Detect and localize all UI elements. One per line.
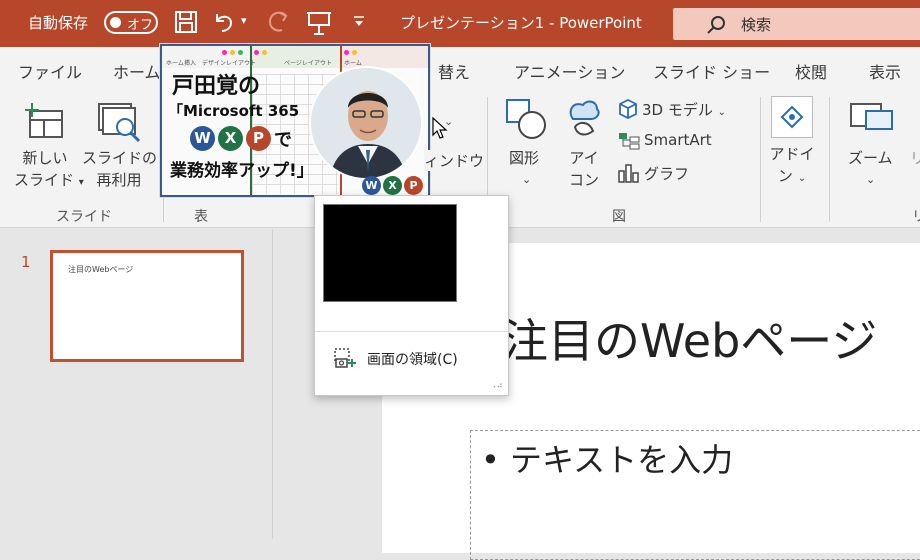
word-small-badge-icon: W xyxy=(362,176,381,195)
mini-tab: レイアウト xyxy=(226,60,257,67)
author-photo xyxy=(309,66,423,180)
toggle-label: オフ xyxy=(127,18,154,33)
autosave-toggle[interactable]: オフ xyxy=(104,11,158,34)
zoom-chevron-icon[interactable]: ⌄ xyxy=(866,169,875,191)
3d-model-label: 3D モデル xyxy=(642,101,713,119)
screen-clipping-icon xyxy=(333,347,357,373)
tab-view[interactable]: 表示 xyxy=(869,59,901,83)
toggle-knob xyxy=(110,17,121,28)
mini-tab: ページ xyxy=(284,60,302,67)
zoom-label[interactable]: ズーム xyxy=(848,147,893,169)
ribbon-separator xyxy=(829,97,830,222)
mini-tab: 挿入 xyxy=(184,60,197,67)
screenshot-dropdown: 画面の領域(C) ⠠⠴ xyxy=(314,195,509,396)
book-tagline: 業務効率アップ!」 xyxy=(170,161,314,181)
reuse-slide-button[interactable]: スライドの 再利用 xyxy=(82,147,158,191)
new-slide-label-2: スライド xyxy=(14,171,75,189)
chart-button[interactable]: グラフ xyxy=(644,163,689,184)
screenshot-window-label[interactable]: ィンドウ xyxy=(424,150,485,171)
body-text[interactable]: • テキストを入力 xyxy=(481,435,733,481)
icons-label-2: コン xyxy=(568,171,599,189)
tab-slideshow[interactable]: スライド ショー xyxy=(653,59,770,83)
tab-animations[interactable]: アニメーション xyxy=(514,59,625,83)
addins-label-1: アドイ xyxy=(769,145,815,163)
new-slide-label-1: 新しい xyxy=(22,149,68,167)
excel-small-badge-icon: X xyxy=(383,176,402,195)
3d-model-icon xyxy=(618,98,638,123)
undo-dropdown-icon[interactable]: ▾ xyxy=(241,14,247,27)
tab-home[interactable]: ホーム xyxy=(113,59,161,83)
tab-file[interactable]: ファイル xyxy=(18,59,82,83)
content-placeholder[interactable]: • テキストを入力 xyxy=(470,430,920,560)
mini-tab: デザイン xyxy=(202,60,227,67)
new-slide-button[interactable]: 新しい スライド ▾ xyxy=(14,147,84,194)
mini-tab: レイアウト xyxy=(302,60,333,67)
book-title: 戸田覚の xyxy=(172,74,261,99)
search-label: 検索 xyxy=(741,16,772,34)
title-bar: 自動保存 オフ ▾ プレゼンテーション1 - PowerPoint 検索 xyxy=(0,0,920,47)
chevron-down-icon: ⌄ xyxy=(797,173,807,184)
screen-clipping-label: 画面の領域(C) xyxy=(367,352,458,368)
ribbon-separator xyxy=(760,97,761,222)
chevron-down-icon: ⌄ xyxy=(717,107,727,118)
pane-divider[interactable] xyxy=(272,229,273,539)
screen-clipping-item[interactable]: 画面の領域(C) xyxy=(315,341,508,375)
smartart-button[interactable]: SmartArt xyxy=(644,131,712,149)
redo-icon[interactable] xyxy=(266,10,290,38)
3d-model-button[interactable]: 3D モデル ⌄ xyxy=(642,99,726,120)
icons-icon[interactable] xyxy=(563,97,603,145)
addins-label-2: ン xyxy=(777,167,793,185)
shapes-icon[interactable] xyxy=(506,99,548,143)
save-icon[interactable] xyxy=(174,10,198,38)
customize-qat-icon[interactable] xyxy=(352,14,366,33)
tab-transitions[interactable]: 替え xyxy=(438,59,470,83)
excel-badge-icon: X xyxy=(218,126,243,151)
slides-pane: 1 注目のWebページ xyxy=(0,229,272,539)
available-window-thumbnail[interactable] xyxy=(323,204,457,302)
tab-review[interactable]: 校閲 xyxy=(795,59,827,83)
mouse-cursor-icon xyxy=(432,116,448,145)
slide-title[interactable]: 注目のWebページ xyxy=(502,305,877,371)
word-badge-icon: W xyxy=(190,126,215,151)
powerpoint-small-badge-icon: P xyxy=(404,176,423,195)
book-subtitle: 「Microsoft 365 xyxy=(168,102,300,120)
resize-grip-icon[interactable]: ⠠⠴ xyxy=(490,381,503,391)
chart-icon xyxy=(618,163,640,187)
search-box[interactable]: 検索 xyxy=(673,8,920,40)
shapes-chevron-icon[interactable]: ⌄ xyxy=(522,169,531,191)
icons-label-1: アイ xyxy=(569,149,599,167)
icons-button[interactable]: アイ コン xyxy=(560,147,608,191)
shapes-label[interactable]: 図形 xyxy=(509,147,539,169)
group-illustrations-label: 図 xyxy=(612,209,626,225)
undo-icon[interactable] xyxy=(212,10,236,38)
addins-button[interactable]: アドイ ン ⌄ xyxy=(768,143,816,190)
reuse-slide-icon[interactable] xyxy=(98,103,142,147)
autosave-label: 自動保存 xyxy=(28,14,89,32)
new-slide-icon[interactable] xyxy=(24,103,66,145)
zoom-icon[interactable] xyxy=(850,103,894,141)
powerpoint-badge-icon: P xyxy=(246,126,271,151)
reuse-slide-label-2: 再利用 xyxy=(96,171,142,189)
window-title: プレゼンテーション1 - PowerPoint xyxy=(400,14,642,32)
slide-thumbnail[interactable]: 注目のWebページ xyxy=(50,250,244,362)
partial-link-label: リ xyxy=(910,149,920,167)
slide-number: 1 xyxy=(21,253,31,271)
book-cover-overlay: ホーム 挿入 デザイン レイアウト ページ レイアウト ホーム 戸田覚の 「Mi… xyxy=(160,44,430,197)
search-icon xyxy=(707,16,725,34)
ribbon-tabs: ファイル ホーム 替え アニメーション スライド ショー 校閲 表示 xyxy=(0,47,920,91)
mini-tab: ホーム xyxy=(166,60,184,67)
book-de: で xyxy=(274,130,292,151)
reuse-slide-label-1: スライドの xyxy=(82,149,158,167)
thumbnail-title: 注目のWebページ xyxy=(68,265,134,274)
dropdown-separator xyxy=(315,331,508,332)
addins-icon[interactable] xyxy=(771,96,813,138)
partial-group-label: リ xyxy=(912,209,920,225)
group-table-label: 表 xyxy=(194,209,208,225)
smartart-icon xyxy=(618,132,640,154)
group-slide-label: スライド xyxy=(56,209,112,225)
presentation-icon[interactable] xyxy=(306,10,332,40)
